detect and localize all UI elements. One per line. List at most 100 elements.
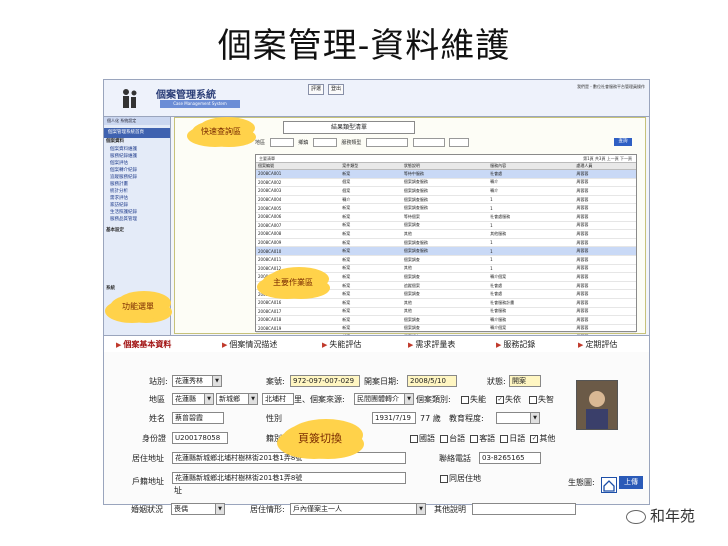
- filter-label-type: 服務類型: [341, 140, 362, 146]
- id-field[interactable]: U200178058: [172, 432, 228, 444]
- filter-town-select[interactable]: [312, 138, 337, 147]
- station-select[interactable]: 花蓮秀林 ▼: [172, 375, 222, 387]
- tab-case-description[interactable]: ▶ 個案情況描述: [222, 339, 277, 350]
- same-address-option[interactable]: 同居住地: [440, 473, 481, 484]
- table-row[interactable]: 2008CA010 新案 個案調查服務 1 周蓉蓉: [256, 246, 636, 256]
- filter-label-area: 地區: [255, 140, 266, 146]
- phone-field[interactable]: 03-8265165: [479, 452, 541, 464]
- upload-button[interactable]: 上傳: [619, 476, 643, 489]
- header-button-a[interactable]: 評選: [308, 84, 325, 95]
- open-date-field[interactable]: 2008/5/10: [407, 375, 457, 387]
- search-button[interactable]: 查詢: [614, 138, 632, 146]
- status-field[interactable]: 開案: [509, 375, 541, 387]
- table-row[interactable]: 2008CA001 新案 等待中服務 社會處 周蓉蓉: [256, 169, 636, 179]
- table-row[interactable]: 2008CA006 新案 等待個案 社會處服務 周蓉蓉: [256, 212, 636, 222]
- sidebar-item[interactable]: 個案轉介紀錄: [104, 167, 170, 174]
- marriage-select[interactable]: 喪偶 ▼: [171, 503, 225, 515]
- area-village-select[interactable]: 北埔村: [262, 393, 294, 405]
- table-cell: 1: [488, 246, 575, 256]
- area-county-select[interactable]: 花蓮縣 ▼: [172, 393, 214, 405]
- case-no-field[interactable]: 972-097-007-029: [290, 375, 360, 387]
- table-row[interactable]: 2008CA016 新案 其他 社會服務計畫 周蓉蓉: [256, 298, 636, 308]
- page-tab-strip: ▶ 個案基本資料 ▶ 個案情況描述 ▶ 失能評估 ▶ 需求評量表 ▶ 服務記錄 ▶ 定期評估: [104, 335, 649, 353]
- lang-label: 籍別: [266, 434, 282, 443]
- sidebar-item[interactable]: 個案資料維護: [104, 146, 170, 153]
- address-field[interactable]: 花蓮縣新城鄉北埔村樹林街201巷1弄8號: [172, 452, 406, 464]
- sidebar-section-case: 個案資料: [106, 139, 124, 144]
- filter-extra-select[interactable]: [412, 138, 445, 147]
- opt-lost[interactable]: ✓ 失依: [496, 394, 521, 405]
- checkbox[interactable]: [529, 395, 537, 404]
- sidebar-item[interactable]: 生活照護紀錄: [104, 209, 170, 216]
- opt-disabled-label: 失能: [470, 395, 486, 404]
- table-cell: 新案: [340, 272, 402, 282]
- checkbox-checked[interactable]: ✓: [496, 395, 504, 404]
- sidebar-item[interactable]: 追蹤服務紀錄: [104, 174, 170, 181]
- filter-type-select[interactable]: [366, 138, 409, 147]
- lang-opt: 日語: [509, 434, 526, 443]
- reg-address-field[interactable]: 花蓮縣新城鄉北埔村樹林街201巷1弄8號: [172, 472, 406, 484]
- sidebar-item[interactable]: 個案評估: [104, 160, 170, 167]
- tab-service-record[interactable]: ▶ 服務記錄: [496, 339, 535, 350]
- checkbox-checked[interactable]: ✓: [530, 434, 539, 443]
- result-tab-title[interactable]: 結果類型清單: [283, 121, 415, 134]
- watermark: 和年苑: [626, 505, 695, 526]
- table-row[interactable]: 2008CA003 個案 個案調查服務 轉介 周蓉蓉: [256, 186, 636, 196]
- edu-select[interactable]: ▼: [496, 412, 540, 424]
- table-cell: 新案: [340, 203, 402, 213]
- sidebar-item[interactable]: 統計分析: [104, 188, 170, 195]
- living-select[interactable]: 戶內僅案主一人 ▼: [290, 503, 426, 515]
- sidebar-active-item[interactable]: 個案管理系統首頁: [104, 128, 170, 138]
- table-row[interactable]: 2008CA017 新案 其他 社會服務 周蓉蓉: [256, 307, 636, 317]
- table-row[interactable]: 2008CA011 新案 個案調查 1 周蓉蓉: [256, 255, 636, 265]
- sidebar-item[interactable]: 服務紀錄維護: [104, 153, 170, 160]
- age-value: 77 歲: [420, 413, 441, 424]
- table-cell: 2008CA011: [256, 255, 341, 265]
- checkbox[interactable]: [440, 474, 448, 483]
- table-body: 2008CA001 新案 等待中服務 社會處 周蓉蓉 2008CA002 個案 個案調查服務轉…: [256, 169, 636, 342]
- table-row[interactable]: 2008CA007 新案 個案調查 1 周蓉蓉: [256, 221, 636, 231]
- table-row[interactable]: 2008CA019 新案 個案調查 轉介個案 周蓉蓉: [256, 324, 636, 334]
- checkbox[interactable]: [410, 434, 418, 443]
- table-row[interactable]: 2008CA012 新案 其他 1 周蓉蓉: [256, 264, 636, 274]
- tab-disability-assessment[interactable]: ▶ 失能評估: [322, 339, 361, 350]
- table-row[interactable]: 2008CA005 新案 個案調查服務 1 周蓉蓉: [256, 203, 636, 213]
- filter-area-select[interactable]: [269, 138, 294, 147]
- app-header: 個案管理系統 Case Management System 評選 登出 我們是 …: [104, 80, 649, 117]
- table-cell: 新案: [340, 238, 402, 248]
- name-field[interactable]: 蔡曾碧霞: [172, 412, 224, 424]
- sidebar-item[interactable]: 服務計畫: [104, 181, 170, 188]
- status-label: 狀態:: [487, 377, 506, 386]
- grid-paging[interactable]: 第1頁 共3頁 上一頁 下一頁: [583, 155, 632, 162]
- table-row[interactable]: 2008CA009 新案 個案調查服務 1 周蓉蓉: [256, 238, 636, 248]
- table-row[interactable]: 2008CA002 個案 個案調查服務 轉介 周蓉蓉: [256, 178, 636, 188]
- tab-periodic-assessment[interactable]: ▶ 定期評估: [578, 339, 617, 350]
- opt-intel[interactable]: 失智: [529, 394, 554, 405]
- other-field[interactable]: [472, 503, 576, 515]
- checkbox[interactable]: [461, 395, 469, 404]
- checkbox[interactable]: [470, 434, 479, 443]
- filter-extra-select-2[interactable]: [449, 138, 470, 147]
- sidebar-item[interactable]: 家訪紀錄: [104, 202, 170, 209]
- sidebar-item[interactable]: 需求評估: [104, 195, 170, 202]
- table-cell: 周蓉蓉: [574, 255, 636, 265]
- source-select[interactable]: 民間團體轉介 ▼: [354, 393, 414, 405]
- open-date-label: 開案日期:: [364, 377, 399, 386]
- table-cell: 等待個案: [401, 212, 489, 222]
- table-cell: 個案: [340, 186, 402, 196]
- table-row[interactable]: 2008CA018 新案 個案調查 轉介服務 周蓉蓉: [256, 315, 636, 325]
- table-row[interactable]: 2008CA008 新案 其他 其他服務 周蓉蓉: [256, 229, 636, 239]
- area-town-select[interactable]: 新城鄉 ▼: [216, 393, 258, 405]
- tab-needs-assessment[interactable]: ▶ 需求評量表: [408, 339, 455, 350]
- table-cell: 新案: [340, 169, 402, 179]
- checkbox[interactable]: [440, 434, 449, 443]
- checkbox[interactable]: [500, 434, 509, 443]
- tab-basic-info[interactable]: ▶ 個案基本資料: [116, 339, 171, 350]
- opt-disabled[interactable]: 失能: [461, 394, 486, 405]
- logout-button[interactable]: 登出: [328, 84, 345, 95]
- home-icon[interactable]: [601, 477, 617, 493]
- sidebar-item[interactable]: 服務品質管理: [104, 216, 170, 223]
- wechat-icon: [626, 509, 646, 524]
- birth-field[interactable]: 1931/7/19: [372, 412, 416, 424]
- table-row[interactable]: 2008CA004 轉介 個案調查服務 1 周蓉蓉: [256, 195, 636, 205]
